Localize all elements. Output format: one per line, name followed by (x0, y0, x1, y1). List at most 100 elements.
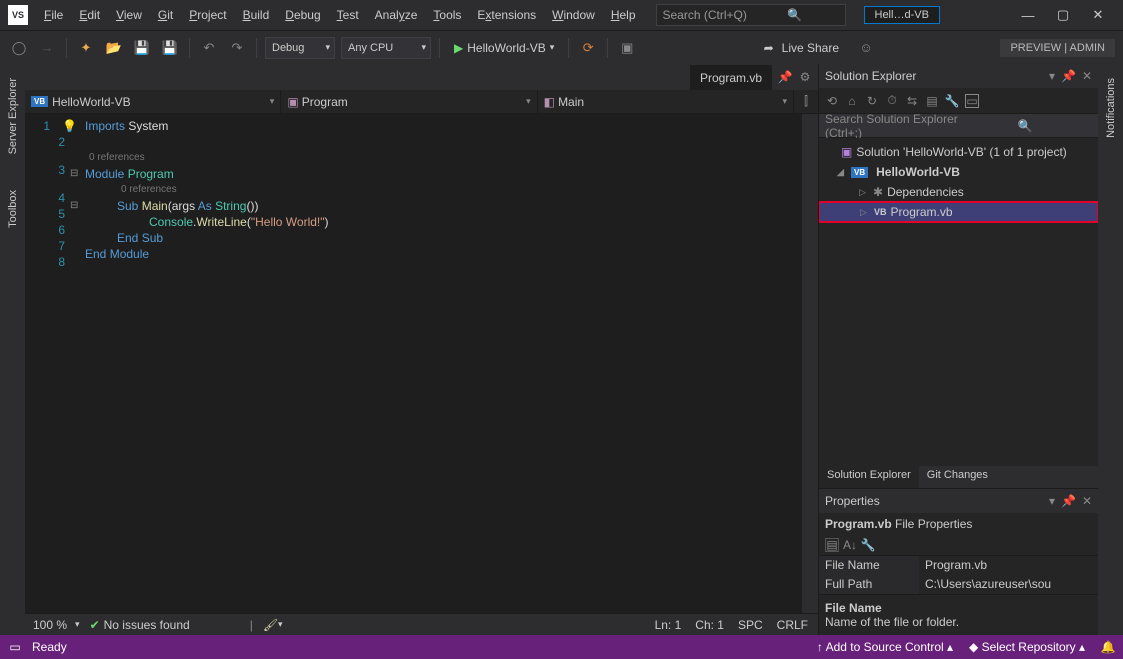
view-icon[interactable]: ⇆ (905, 94, 919, 108)
home-icon[interactable]: ⌂ (845, 94, 859, 108)
tab-program-vb[interactable]: Program.vb (690, 64, 772, 90)
indent-mode[interactable]: SPC (738, 618, 763, 632)
filter-icon[interactable]: ⏱ (885, 94, 899, 108)
toolbox-tab[interactable]: Toolbox (5, 182, 21, 236)
pin-icon[interactable]: 📌 (1061, 69, 1076, 83)
server-explorer-tab[interactable]: Server Explorer (5, 70, 21, 162)
menu-test[interactable]: Test (329, 4, 367, 26)
undo-button[interactable]: ↶ (198, 37, 220, 59)
save-all-button[interactable]: 💾 (159, 37, 181, 59)
menu-window[interactable]: Window (544, 4, 603, 26)
file-node-program-vb[interactable]: ▷VBProgram.vb (819, 202, 1098, 222)
document-tabs: Program.vb 📌 ⚙ (25, 64, 818, 90)
nav-type-combo[interactable]: ▣ Program (281, 90, 537, 113)
menu-analyze[interactable]: Analyze (367, 4, 426, 26)
nav-project-combo[interactable]: VBHelloWorld-VB (25, 90, 281, 113)
properties-description: File Name Name of the file or folder. (819, 594, 1098, 635)
menu-view[interactable]: View (108, 4, 150, 26)
solution-node[interactable]: ▣Solution 'HelloWorld-VB' (1 of 1 projec… (819, 142, 1098, 162)
eol-mode[interactable]: CRLF (777, 618, 808, 632)
platform-combo[interactable]: Any CPU (341, 37, 431, 59)
menu-edit[interactable]: Edit (71, 4, 108, 26)
properties-grid[interactable]: File NameProgram.vbFull PathC:\Users\azu… (819, 555, 1098, 594)
tab-git-changes[interactable]: Git Changes (919, 466, 996, 488)
menu-project[interactable]: Project (181, 4, 234, 26)
wrench-icon[interactable]: 🔧 (861, 538, 875, 552)
solution-chip[interactable]: Hell…d-VB (864, 6, 940, 24)
fold-toggle[interactable]: ⊟ (70, 198, 78, 214)
live-share-button[interactable]: ➦ Live Share (762, 41, 839, 55)
pin-icon[interactable]: 📌 (1061, 494, 1076, 508)
lightbulb-icon[interactable]: 💡 (62, 119, 77, 133)
quick-search[interactable]: Search (Ctrl+Q) 🔍 (656, 4, 846, 26)
alpha-sort-icon[interactable]: A↓ (843, 538, 857, 552)
properties-toolbar: ▤ A↓ 🔧 (819, 535, 1098, 555)
preview-admin-badge[interactable]: PREVIEW | ADMIN (1000, 39, 1115, 57)
close-icon[interactable]: ✕ (1082, 494, 1092, 508)
property-row[interactable]: Full PathC:\Users\azureuser\sou (819, 575, 1098, 594)
ok-icon: ✔ (90, 618, 100, 632)
run-target-label: HelloWorld-VB (467, 41, 545, 55)
solution-tree[interactable]: ▣Solution 'HelloWorld-VB' (1 of 1 projec… (819, 138, 1098, 466)
menu-help[interactable]: Help (603, 4, 644, 26)
fold-toggle[interactable]: ⊟ (70, 166, 78, 182)
properties-title: Properties ▾📌✕ (819, 489, 1098, 513)
tab-solution-explorer[interactable]: Solution Explorer (819, 466, 919, 488)
solution-explorer-search[interactable]: Search Solution Explorer (Ctrl+;) 🔍 (819, 114, 1098, 138)
split-editor-button[interactable]: ⫿ (794, 90, 818, 113)
pin-icon[interactable]: 📌 (778, 70, 792, 84)
property-row[interactable]: File NameProgram.vb (819, 556, 1098, 575)
menu-git[interactable]: Git (150, 4, 181, 26)
back-icon[interactable]: ⟲ (825, 94, 839, 108)
maximize-button[interactable]: ▢ (1046, 3, 1080, 27)
categorized-icon[interactable]: ▤ (825, 538, 839, 552)
start-debug-button[interactable]: ▶ HelloWorld-VB ▾ (448, 37, 560, 59)
properties-icon[interactable]: 🔧 (945, 94, 959, 108)
nav-back-button[interactable]: ◯ (8, 37, 30, 59)
add-source-control-button[interactable]: ↑ Add to Source Control ▴ (817, 640, 953, 654)
select-repository-button[interactable]: ◆ Select Repository ▴ (969, 640, 1085, 654)
minimize-button[interactable]: — (1011, 3, 1045, 27)
close-button[interactable]: ✕ (1081, 3, 1115, 27)
menu-build[interactable]: Build (235, 4, 278, 26)
redo-button[interactable]: ↷ (226, 37, 248, 59)
sync-icon[interactable]: ↻ (865, 94, 879, 108)
scrollbar[interactable] (802, 114, 818, 613)
nav-fwd-button[interactable]: → (36, 37, 58, 59)
project-node[interactable]: ◢VBHelloWorld-VB (819, 162, 1098, 182)
properties-header: Program.vb File Properties (819, 513, 1098, 535)
caret-col[interactable]: Ch: 1 (695, 618, 724, 632)
open-button[interactable]: 📂 (103, 37, 125, 59)
close-icon[interactable]: ✕ (1082, 69, 1092, 83)
issues-label[interactable]: No issues found (104, 618, 190, 632)
new-project-button[interactable]: ✦ (75, 37, 97, 59)
menu-file[interactable]: File (36, 4, 71, 26)
menu-debug[interactable]: Debug (277, 4, 328, 26)
live-share-label: Live Share (782, 41, 839, 55)
menu-tools[interactable]: Tools (425, 4, 469, 26)
feedback-button[interactable]: ☺ (855, 37, 877, 59)
dropdown-icon[interactable]: ▾ (1049, 69, 1055, 83)
caret-line[interactable]: Ln: 1 (655, 618, 682, 632)
code-body[interactable]: Imports System 0 references ⊟Module Prog… (85, 114, 802, 613)
code-editor[interactable]: 1💡 2345678 Imports System 0 references ⊟… (25, 114, 818, 613)
gear-icon[interactable]: ⚙ (798, 70, 812, 84)
nav-member-combo[interactable]: ◧ Main (538, 90, 794, 113)
hot-reload-button[interactable]: ⟳ (577, 37, 599, 59)
codelens-references[interactable]: 0 references (85, 182, 802, 198)
dropdown-icon[interactable]: ▾ (1049, 494, 1055, 508)
config-combo[interactable]: Debug (265, 37, 335, 59)
brush-icon[interactable]: 🖌︎ (263, 618, 278, 632)
bell-icon[interactable]: 🔔 (1101, 640, 1115, 654)
codelens-references[interactable]: 0 references (85, 150, 802, 166)
search-icon: 🔍 (751, 8, 839, 22)
show-all-icon[interactable]: ▤ (925, 94, 939, 108)
dependencies-node[interactable]: ▷✱Dependencies (819, 182, 1098, 202)
zoom-combo[interactable]: 100 % (25, 618, 75, 632)
misc-button[interactable]: ▣ (616, 37, 638, 59)
save-button[interactable]: 💾 (131, 37, 153, 59)
status-ready: Ready (32, 640, 67, 654)
menu-extensions[interactable]: Extensions (469, 4, 544, 26)
preview-icon[interactable]: ▭ (965, 94, 979, 108)
notifications-tab[interactable]: Notifications (1103, 70, 1119, 146)
